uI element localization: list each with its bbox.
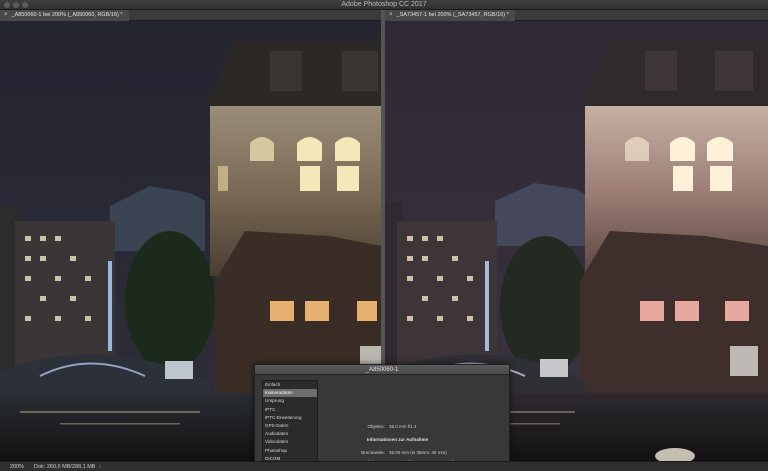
document-tab-right[interactable]: × _SA73457-1 bei 200% (_SA73457, RGB/16)… [385,10,515,21]
category-item-photoshop[interactable]: Photoshop [263,447,317,455]
dialog-title[interactable]: _A850060-1 [255,365,509,375]
document-size: Dok: 260,0 MB/288,1 MB [34,463,96,470]
category-item-iptc-erweiterung[interactable]: IPTC-Erweiterung [263,414,317,422]
category-item-kameradaten[interactable]: Kameradaten [263,389,317,398]
section-heading: Informationen zur Aufnahme [367,437,429,442]
category-item-einfach[interactable]: Einfach [263,381,317,389]
title-bar: Adobe Photoshop CC 2017 [0,0,768,10]
file-info-dialog: _A850060-1 Einfach Kameradaten Ursprung … [254,364,510,471]
category-item-videodaten[interactable]: Videodaten [263,438,317,446]
app-title: Adobe Photoshop CC 2017 [341,1,427,8]
document-tab-left[interactable]: × _A850060-1 bei 200% (_A850060, RGB/16)… [0,10,129,21]
status-bar: 200% Dok: 260,0 MB/288,1 MB › [0,461,768,471]
close-tab-icon[interactable]: × [4,10,8,21]
document-tab-bar: × _SA73457-1 bei 200% (_SA73457, RGB/16)… [385,10,768,21]
close-tab-icon[interactable]: × [389,10,393,21]
objektiv-value: 35.0 mm f/1.4 [389,424,417,429]
zoom-level[interactable]: 200% [0,464,34,470]
objektiv-label: Objektiv: [367,424,385,429]
category-item-audiodaten[interactable]: Audiodaten [263,430,317,438]
brennweite-label: Brennweite: [361,450,385,455]
document-tab-bar: × _A850060-1 bei 200% (_A850060, RGB/16)… [0,10,381,21]
document-tab-title: _SA73457-1 bei 200% (_SA73457, RGB/16) * [396,12,509,18]
brennweite-value: 35.00 mm (in 35mm: 35 mm) [389,450,447,455]
category-item-iptc[interactable]: IPTC [263,406,317,414]
status-menu-arrow-icon[interactable]: › [99,464,101,470]
category-item-ursprung[interactable]: Ursprung [263,397,317,405]
category-list: Einfach Kameradaten Ursprung IPTC IPTC-E… [262,380,318,470]
category-item-gps-daten[interactable]: GPS-Daten [263,422,317,430]
document-tab-title: _A850060-1 bei 200% (_A850060, RGB/16) * [11,12,123,18]
